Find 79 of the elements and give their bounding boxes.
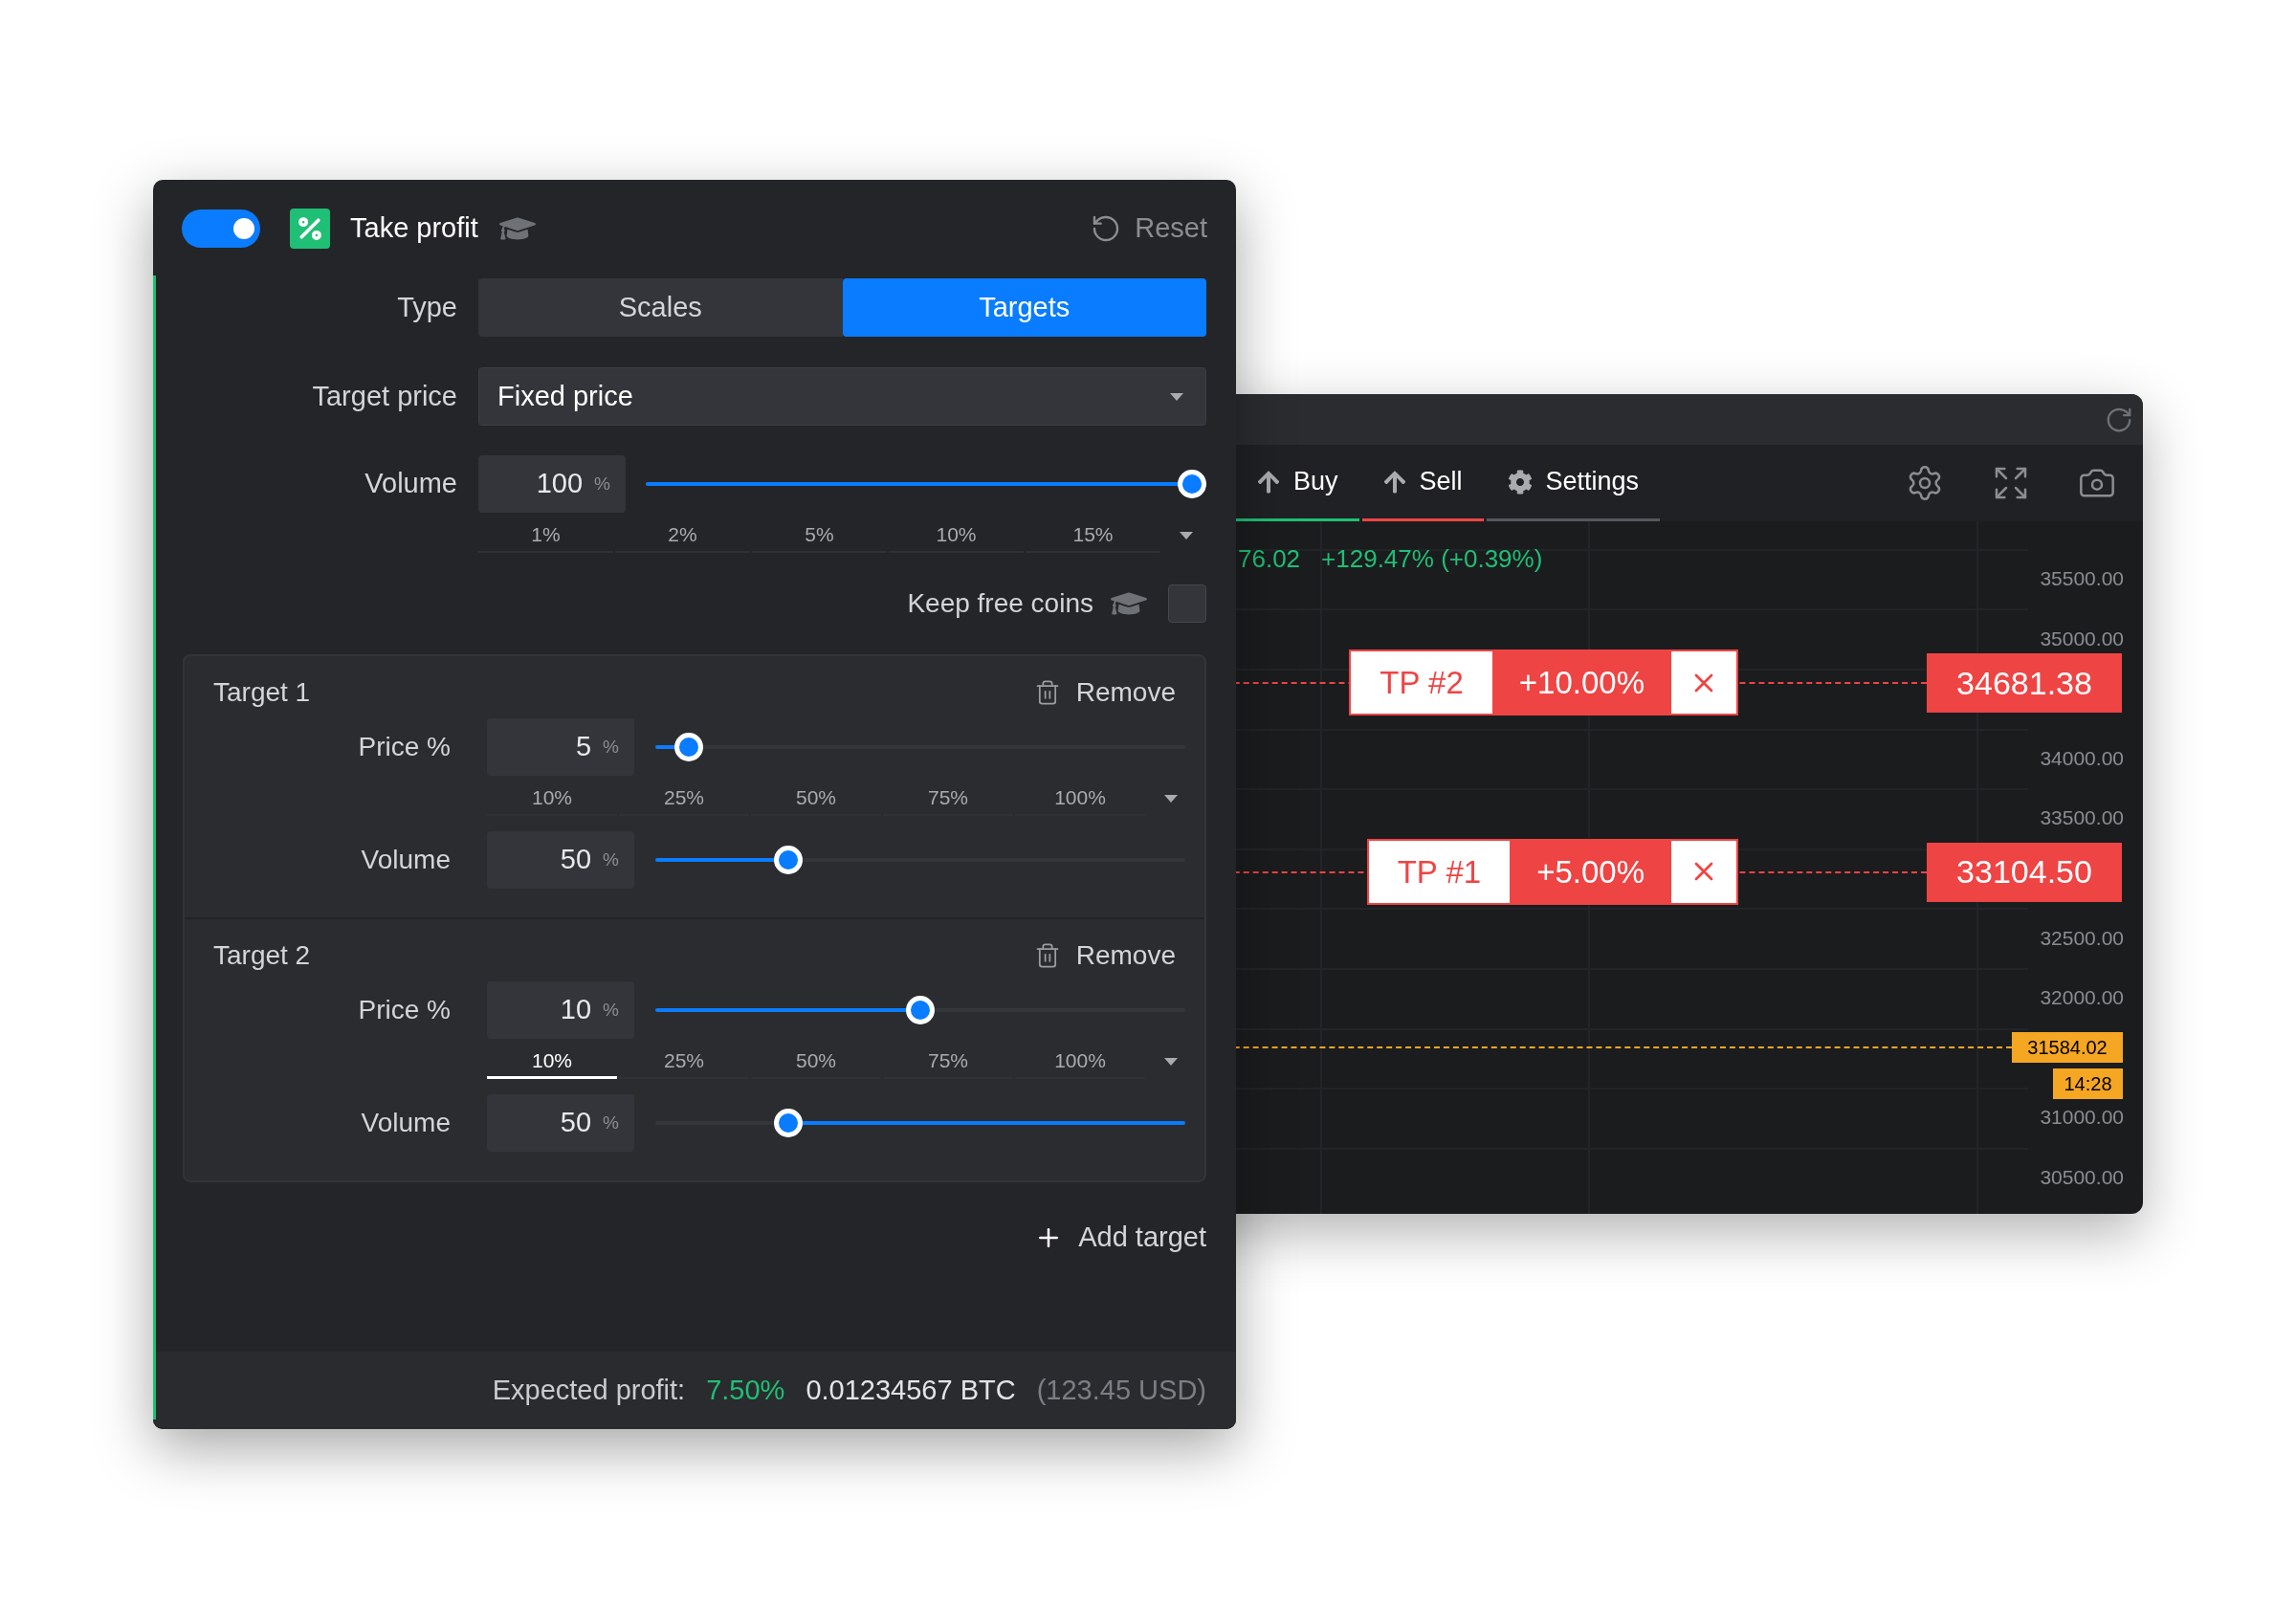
preset-option[interactable]: 50% — [751, 781, 881, 816]
field-label: Price % — [357, 994, 452, 1026]
field-label: Volume — [360, 1107, 452, 1139]
slider-thumb[interactable] — [773, 846, 803, 874]
tag-change: +5.00% — [1510, 840, 1671, 903]
take-profit-tag[interactable]: TP #1 +5.00% — [1366, 838, 1738, 905]
remove-button[interactable]: Remove — [1033, 672, 1176, 713]
axis-label: 35500.00 — [2040, 567, 2124, 590]
preset-option[interactable]: 25% — [619, 1045, 749, 1079]
slider-thumb[interactable] — [906, 996, 935, 1024]
axis-label: 32500.00 — [2040, 926, 2124, 950]
price-tag: 34681.38 — [1927, 653, 2122, 714]
price-reading: 76.02 — [1238, 543, 1301, 575]
toggle-switch[interactable] — [182, 209, 260, 248]
number-field[interactable]: 50 % — [487, 831, 634, 889]
current-price-tag: 31584.02 — [2012, 1032, 2123, 1064]
preset-option[interactable]: 100% — [1015, 781, 1145, 816]
time-tag: 14:28 — [2053, 1068, 2123, 1100]
axis-label: 30500.00 — [2040, 1166, 2124, 1189]
tag-label: TP #2 — [1379, 664, 1465, 703]
add-target-button[interactable]: Add target — [1034, 1217, 1206, 1259]
profit-percent: 7.50% — [706, 1373, 785, 1407]
chart-tab[interactable]: Sell — [1361, 445, 1484, 521]
preset-option[interactable]: 75% — [883, 781, 1013, 816]
preset-option[interactable]: 10% — [487, 781, 617, 816]
slider-thumb[interactable] — [773, 1109, 803, 1137]
remove-button[interactable]: Remove — [1033, 936, 1176, 976]
profit-label: Expected profit: — [492, 1373, 686, 1407]
axis-label: 31000.00 — [2040, 1106, 2124, 1130]
preset-option[interactable]: 5% — [752, 518, 887, 553]
option-label: Keep free coins — [907, 587, 1093, 620]
arrow-up-icon — [1257, 469, 1280, 495]
target-title: Target 1 — [213, 676, 311, 709]
preset-option[interactable]: 100% — [1015, 1045, 1145, 1079]
price-change: +129.47% (+0.39%) — [1321, 543, 1543, 575]
tag-label: TP #1 — [1396, 852, 1483, 892]
preset-option[interactable]: 10% — [487, 1045, 617, 1079]
field-label: Volume — [360, 844, 452, 876]
profit-usd: (123.45 USD) — [1036, 1373, 1206, 1407]
number-field[interactable]: 10 % — [487, 981, 634, 1039]
preset-option[interactable]: 50% — [751, 1045, 881, 1079]
gear-icon — [1507, 469, 1533, 495]
axis-label: 34000.00 — [2040, 746, 2124, 770]
preset-option[interactable]: 15% — [1026, 518, 1160, 553]
axis-label: 35000.00 — [2040, 627, 2124, 650]
type-tab[interactable]: Scales — [478, 278, 843, 337]
number-field[interactable]: 100 % — [478, 455, 626, 513]
percent-icon — [290, 209, 330, 249]
preset-option[interactable]: 10% — [889, 518, 1024, 553]
preset-option[interactable]: 1% — [478, 518, 613, 553]
checkbox[interactable] — [1168, 584, 1206, 623]
chart-tab[interactable]: Settings — [1486, 445, 1661, 521]
field-label: Target price — [311, 379, 458, 413]
field-label: Volume — [364, 467, 458, 501]
price-tag: 33104.50 — [1927, 842, 2122, 902]
price-type-dropdown[interactable]: Fixed price — [478, 367, 1206, 426]
slider-thumb[interactable] — [1178, 470, 1206, 498]
type-tab[interactable]: Targets — [842, 278, 1206, 337]
take-profit-tag[interactable]: TP #2 +10.00% — [1349, 649, 1738, 716]
field-label: Type — [396, 290, 458, 324]
target-title: Target 2 — [213, 939, 311, 972]
slider-thumb[interactable] — [674, 733, 704, 761]
caret-icon — [1170, 392, 1183, 401]
caret-icon[interactable] — [1164, 795, 1178, 803]
arrow-up-icon — [1382, 469, 1406, 495]
caret-icon[interactable] — [1180, 532, 1193, 539]
preset-option[interactable]: 25% — [619, 781, 749, 816]
axis-label: 32000.00 — [2040, 986, 2124, 1010]
number-field[interactable]: 50 % — [487, 1094, 634, 1152]
tag-change: +10.00% — [1491, 651, 1671, 715]
number-field[interactable]: 5 % — [487, 718, 634, 776]
caret-icon[interactable] — [1164, 1058, 1178, 1066]
axis-label: 33500.00 — [2040, 806, 2124, 830]
preset-option[interactable]: 75% — [883, 1045, 1013, 1079]
preset-option[interactable]: 2% — [615, 518, 750, 553]
profit-amount: 0.01234567 BTC — [806, 1373, 1016, 1407]
field-label: Price % — [357, 731, 452, 763]
reset-button[interactable]: Reset — [1091, 208, 1207, 250]
panel-title: Take profit — [350, 211, 478, 246]
